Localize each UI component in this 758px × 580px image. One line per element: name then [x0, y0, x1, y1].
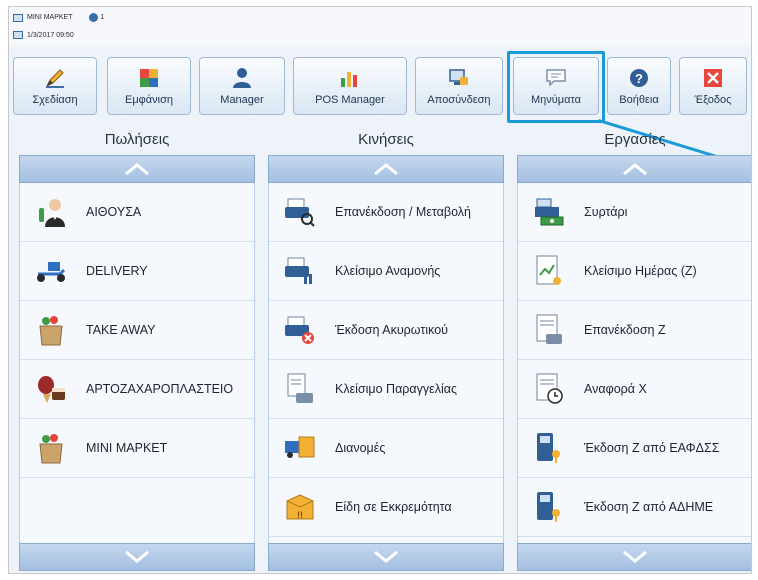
- report-clock-icon: [532, 372, 566, 406]
- chevron-down-icon: [125, 550, 149, 563]
- list-item-x-report[interactable]: Αναφορά Χ: [518, 360, 751, 419]
- pencil-icon: [44, 67, 66, 89]
- chevron-up-icon: [125, 163, 149, 176]
- user-indicator: 1: [88, 13, 105, 22]
- app-name: MINI MAPKET: [27, 14, 73, 21]
- list-tasks: Συρτάρι Κλείσιμο Ημέρας (Z) Επανέκδοση Ζ…: [517, 183, 751, 543]
- column-tasks: Εργασίες Συρτάρι Κλείσιμο Ημέρας (Z) Επα…: [517, 125, 751, 571]
- palette-icon: [138, 67, 160, 89]
- list-item-day-close-z[interactable]: Κλείσιμο Ημέρας (Z): [518, 242, 751, 301]
- pending-box-icon: !!: [283, 490, 317, 524]
- chevron-down-icon: [623, 550, 647, 563]
- user-count: 1: [100, 14, 105, 21]
- printer-pause-icon: [283, 254, 317, 288]
- monitor-icon: [13, 13, 23, 22]
- user-icon: [231, 67, 253, 89]
- scroll-down-button[interactable]: [517, 543, 751, 571]
- logout-icon: [448, 67, 470, 89]
- list-item-delivery[interactable]: DELIVERY: [20, 242, 254, 301]
- toolbar-button-pos-manager[interactable]: POS Manager: [293, 57, 407, 115]
- list-item-deliveries[interactable]: Διανομές: [269, 419, 503, 478]
- highlight-box: [507, 51, 605, 123]
- pastry-icon: [34, 372, 68, 406]
- device-key-icon: [532, 431, 566, 465]
- app-window: MINI MAPKET 1 1/3/2017 09:50 Σχεδίαση Εμ…: [8, 6, 752, 574]
- list-item-mini-market[interactable]: MINI MAPKET: [20, 419, 254, 478]
- toolbar-button-logout[interactable]: Αποσύνδεση: [415, 57, 503, 115]
- chevron-up-icon: [623, 163, 647, 176]
- scroll-up-button[interactable]: [268, 155, 504, 183]
- list-item-drawer[interactable]: Συρτάρι: [518, 183, 751, 242]
- bar-chart-icon: [339, 67, 361, 89]
- list-item-hall[interactable]: ΑΙΘΟΥΣΑ: [20, 183, 254, 242]
- main-toolbar: Σχεδίαση Εμφάνιση Manager POS Manager Απ…: [9, 57, 751, 117]
- svg-text:?: ?: [635, 71, 643, 86]
- chevron-down-icon: [374, 550, 398, 563]
- list-item-reissue[interactable]: Επανέκδοση / Μεταβολή: [269, 183, 503, 242]
- printer-cancel-icon: [283, 313, 317, 347]
- waiter-icon: [34, 195, 68, 229]
- device-key-icon: [532, 490, 566, 524]
- list-item-z-eafdss[interactable]: Έκδοση Ζ από ΕΑΦΔΣΣ: [518, 419, 751, 478]
- calendar-icon: [13, 31, 23, 39]
- toolbar-button-help[interactable]: ? Βοήθεια: [607, 57, 671, 115]
- svg-text:!!: !!: [297, 510, 303, 520]
- toolbar-button-appearance[interactable]: Εμφάνιση: [107, 57, 191, 115]
- list-movements: Επανέκδοση / Μεταβολή Κλείσιμο Αναμονής …: [268, 183, 504, 543]
- toolbar-button-design[interactable]: Σχεδίαση: [13, 57, 97, 115]
- column-title: Εργασίες: [604, 131, 666, 148]
- document-printer-icon: [283, 372, 317, 406]
- datetime: 1/3/2017 09:50: [27, 31, 74, 39]
- report-chart-icon: [532, 254, 566, 288]
- grocery-bag-icon: [34, 431, 68, 465]
- help-icon: ?: [628, 67, 650, 89]
- list-sales: ΑΙΘΟΥΣΑ DELIVERY TAKE AWAY ΑΡΤΟΖΑΧΑΡΟΠΛΑ…: [19, 183, 255, 543]
- status-bar: MINI MAPKET 1 1/3/2017 09:50: [9, 7, 751, 47]
- list-item-reissue-z[interactable]: Επανέκδοση Ζ: [518, 301, 751, 360]
- grocery-bag-icon: [34, 313, 68, 347]
- column-title: Κινήσεις: [358, 131, 414, 148]
- scooter-icon: [34, 254, 68, 288]
- list-item-bakery[interactable]: ΑΡΤΟΖΑΧΑΡΟΠΛΑΣΤΕΙΟ: [20, 360, 254, 419]
- toolbar-button-manager[interactable]: Manager: [199, 57, 285, 115]
- printer-search-icon: [283, 195, 317, 229]
- toolbar-button-exit[interactable]: Έξοδος: [679, 57, 747, 115]
- status-row-datetime: 1/3/2017 09:50: [13, 31, 74, 39]
- status-row-app: MINI MAPKET 1: [13, 13, 104, 22]
- column-sales: Πωλήσεις ΑΙΘΟΥΣΑ DELIVERY TAKE AWAY ΑΡΤΟ…: [19, 125, 255, 571]
- scroll-up-button[interactable]: [517, 155, 751, 183]
- list-item-void-issue[interactable]: Έκδοση Ακυρωτικού: [269, 301, 503, 360]
- list-item-pending-items[interactable]: !! Είδη σε Εκκρεμότητα: [269, 478, 503, 537]
- close-icon: [702, 67, 724, 89]
- scroll-down-button[interactable]: [268, 543, 504, 571]
- user-icon: [88, 13, 98, 22]
- list-item-z-adhme[interactable]: Έκδοση Ζ από ΑΔΗΜΕ: [518, 478, 751, 537]
- cash-register-icon: [532, 195, 566, 229]
- scroll-down-button[interactable]: [19, 543, 255, 571]
- scroll-up-button[interactable]: [19, 155, 255, 183]
- column-movements: Κινήσεις Επανέκδοση / Μεταβολή Κλείσιμο …: [268, 125, 504, 571]
- report-reprint-icon: [532, 313, 566, 347]
- list-item-close-order[interactable]: Κλείσιμο Παραγγελίας: [269, 360, 503, 419]
- chevron-up-icon: [374, 163, 398, 176]
- delivery-truck-icon: [283, 431, 317, 465]
- list-item-close-pending[interactable]: Κλείσιμο Αναμονής: [269, 242, 503, 301]
- column-title: Πωλήσεις: [104, 131, 170, 148]
- list-item-take-away[interactable]: TAKE AWAY: [20, 301, 254, 360]
